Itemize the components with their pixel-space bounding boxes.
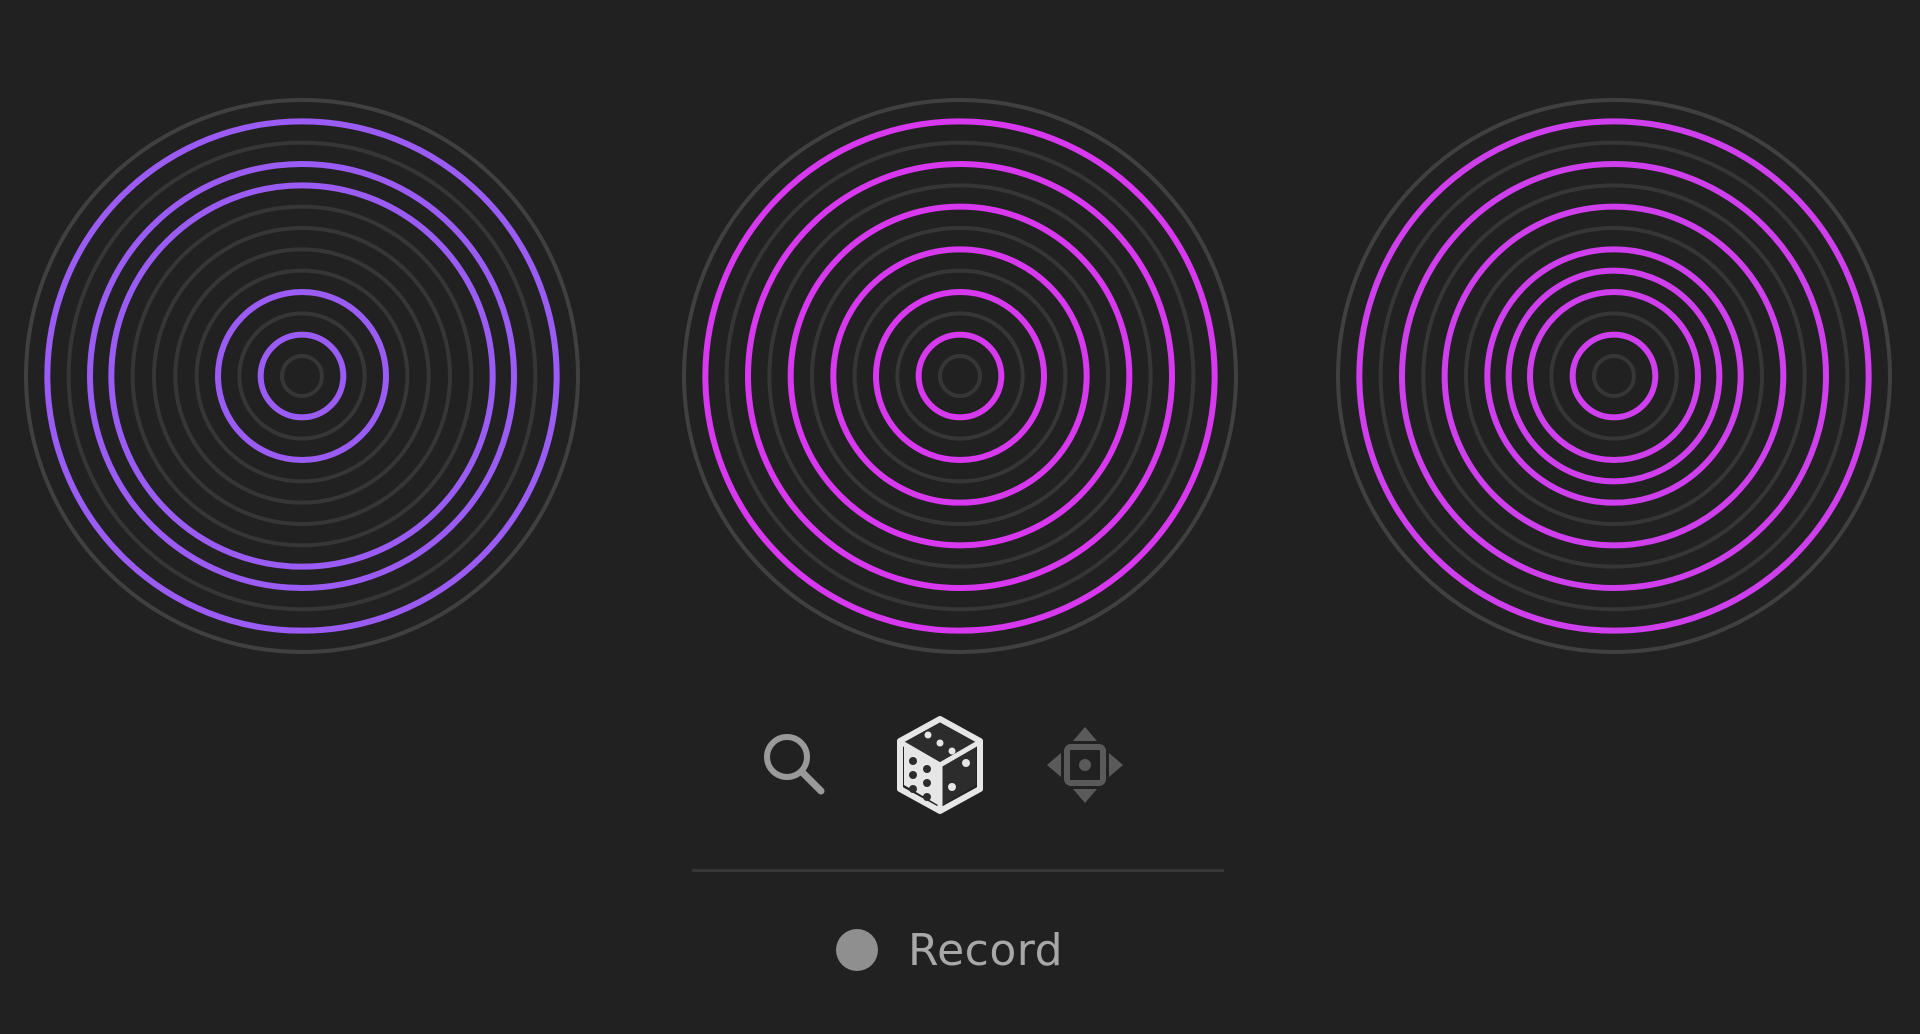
dial-3[interactable] [1334,96,1894,656]
dial-2[interactable] [680,96,1240,656]
randomize-button[interactable] [885,710,995,820]
dial-3-ring-8 [1505,267,1723,485]
dial-3-ring-2 [1378,140,1850,612]
dial-3-ring-0 [1336,98,1892,654]
toolbar [740,710,1180,820]
dial-1-ring-2 [66,140,538,612]
move-button[interactable] [1030,710,1140,820]
dial-2-ring-7 [830,246,1090,506]
dial-2-ring-11 [915,331,1005,421]
dial-1-ring-8 [194,268,410,484]
dial-2-ring-12 [938,354,982,398]
dial-1-ring-4 [108,182,496,570]
dial-3-ring-7 [1484,246,1744,506]
dial-2-ring-0 [682,98,1238,654]
record-label: Record [908,924,1064,976]
dial-2-ring-1 [702,118,1218,634]
dial-1-ring-7 [173,247,431,505]
dial-2-ring-8 [852,268,1068,484]
dial-3-ring-5 [1441,203,1787,549]
dial-1-ring-1 [44,118,560,634]
dial-2-rings [682,98,1238,654]
dice-icon [897,716,983,814]
search-button[interactable] [740,710,850,820]
record-dot-icon [836,929,878,971]
main-panel: Record [0,0,1920,1034]
magnifier-icon [764,734,825,795]
dial-3-ring-9 [1527,289,1701,463]
dial-1-ring-12 [280,354,324,398]
dial-3-ring-4 [1421,183,1807,569]
dial-3-ring-1 [1356,118,1872,634]
dial-3-rings [1336,98,1892,654]
dial-2-ring-4 [767,183,1153,569]
move-arrows-icon [1047,727,1123,803]
dial-3-ring-11 [1569,331,1659,421]
dial-2-ring-2 [724,140,1196,612]
dial-1-ring-5 [130,204,474,548]
dial-2-ring-5 [787,203,1133,549]
dial-1-rings [24,98,580,654]
dial-2-ring-9 [873,289,1047,463]
dial-1-ring-9 [215,289,389,463]
dial-1[interactable] [22,96,582,656]
divider [692,869,1224,872]
record-button[interactable]: Record [836,920,1063,980]
dial-3-ring-12 [1592,354,1636,398]
dial-1-ring-11 [257,331,347,421]
